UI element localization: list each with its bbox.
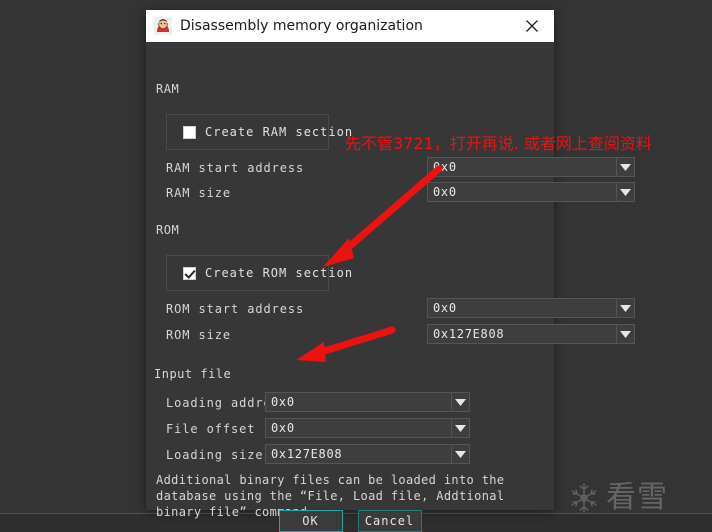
chevron-down-icon[interactable] xyxy=(616,325,634,343)
dialog-title: Disassembly memory organization xyxy=(180,18,423,34)
loading-address-combobox[interactable]: 0x0 xyxy=(265,392,470,412)
ram-start-address-value: 0x0 xyxy=(433,160,457,174)
loading-address-value: 0x0 xyxy=(271,395,295,409)
input-file-group-label: Input file xyxy=(154,367,232,381)
create-ram-section-label: Create RAM section xyxy=(205,125,354,139)
ram-size-label: RAM size xyxy=(166,186,231,200)
ram-checkbox-box[interactable] xyxy=(183,125,196,139)
rom-size-combobox[interactable]: 0x127E808 xyxy=(427,324,635,344)
file-offset-label: File offset xyxy=(166,422,256,436)
cancel-button[interactable]: Cancel xyxy=(357,510,422,532)
dialog-button-row: OK Cancel xyxy=(146,510,554,532)
chevron-down-icon[interactable] xyxy=(451,445,469,463)
file-offset-combobox[interactable]: 0x0 xyxy=(265,418,470,438)
rom-group-label: ROM xyxy=(156,223,180,237)
dialog-titlebar[interactable]: Disassembly memory organization xyxy=(146,10,554,42)
ram-size-combobox[interactable]: 0x0 xyxy=(427,182,635,202)
loading-size-label: Loading size xyxy=(166,448,264,462)
dialog-body: RAM Create RAM section RAM start address… xyxy=(146,42,635,532)
ok-button[interactable]: OK xyxy=(278,510,343,532)
create-rom-section-checkbox[interactable]: Create ROM section xyxy=(166,255,352,291)
rom-checkbox-box[interactable] xyxy=(183,266,196,280)
rom-start-address-label: ROM start address xyxy=(166,302,305,316)
ram-size-value: 0x0 xyxy=(433,185,457,199)
ram-group-label: RAM xyxy=(156,82,180,96)
create-rom-section-label: Create ROM section xyxy=(205,266,354,280)
loading-size-value: 0x127E808 xyxy=(271,447,343,461)
chevron-down-icon[interactable] xyxy=(616,158,634,176)
chevron-down-icon[interactable] xyxy=(451,419,469,437)
ram-start-address-label: RAM start address xyxy=(166,161,305,175)
disassembly-memory-organization-dialog: Disassembly memory organization RAM Crea… xyxy=(146,10,635,532)
ram-start-address-combobox[interactable]: 0x0 xyxy=(427,157,635,177)
rom-size-value: 0x127E808 xyxy=(433,327,505,341)
rom-size-label: ROM size xyxy=(166,328,231,342)
app-avatar-icon xyxy=(154,17,172,35)
chevron-down-icon[interactable] xyxy=(616,183,634,201)
chevron-down-icon[interactable] xyxy=(616,299,634,317)
close-icon[interactable] xyxy=(510,10,554,42)
chevron-down-icon[interactable] xyxy=(451,393,469,411)
rom-start-address-combobox[interactable]: 0x0 xyxy=(427,298,635,318)
create-ram-section-checkbox[interactable]: Create RAM section xyxy=(166,114,352,150)
loading-size-combobox[interactable]: 0x127E808 xyxy=(265,444,470,464)
file-offset-value: 0x0 xyxy=(271,421,295,435)
rom-start-address-value: 0x0 xyxy=(433,301,457,315)
